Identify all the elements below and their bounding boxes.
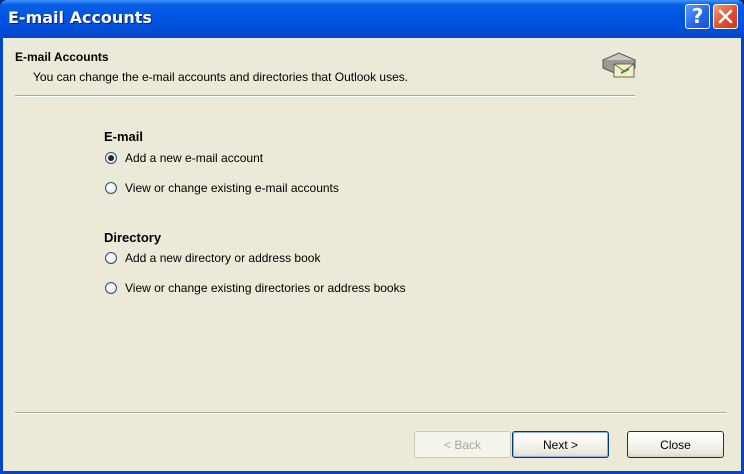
footer-divider	[15, 412, 727, 414]
email-accounts-window: E-mail Accounts ? E-mail Accounts You ca…	[0, 0, 744, 474]
radio-button[interactable]	[105, 282, 117, 294]
radio-view-directories[interactable]: View or change existing directories or a…	[105, 280, 406, 296]
window-title: E-mail Accounts	[8, 8, 152, 27]
radio-label: Add a new directory or address book	[125, 251, 321, 265]
radio-button[interactable]	[105, 252, 117, 264]
title-bar[interactable]: E-mail Accounts ?	[0, 0, 744, 38]
email-accounts-icon	[601, 52, 637, 78]
radio-label: View or change existing directories or a…	[125, 281, 406, 295]
radio-add-directory[interactable]: Add a new directory or address book	[105, 250, 320, 266]
email-group-label: E-mail	[104, 129, 144, 144]
close-icon	[718, 9, 733, 24]
help-icon: ?	[691, 4, 704, 28]
header-title: E-mail Accounts	[15, 50, 109, 64]
close-button[interactable]: Close	[627, 431, 724, 458]
radio-view-email-accounts[interactable]: View or change existing e-mail accounts	[105, 180, 339, 196]
next-button[interactable]: Next >	[512, 431, 609, 458]
radio-add-email-account[interactable]: Add a new e-mail account	[105, 150, 263, 166]
header-divider	[15, 95, 635, 97]
radio-button-checked[interactable]	[105, 152, 117, 164]
wizard-header: E-mail Accounts You can change the e-mai…	[3, 38, 741, 95]
window-close-button[interactable]	[713, 4, 738, 29]
directory-group-label: Directory	[104, 230, 162, 245]
radio-button[interactable]	[105, 182, 117, 194]
radio-label: Add a new e-mail account	[125, 151, 264, 165]
header-subtitle: You can change the e-mail accounts and d…	[33, 70, 409, 84]
back-button[interactable]: < Back	[414, 431, 511, 458]
help-button[interactable]: ?	[685, 4, 710, 29]
dialog-body: E-mail Accounts You can change the e-mai…	[3, 38, 741, 471]
radio-label: View or change existing e-mail accounts	[125, 181, 339, 195]
